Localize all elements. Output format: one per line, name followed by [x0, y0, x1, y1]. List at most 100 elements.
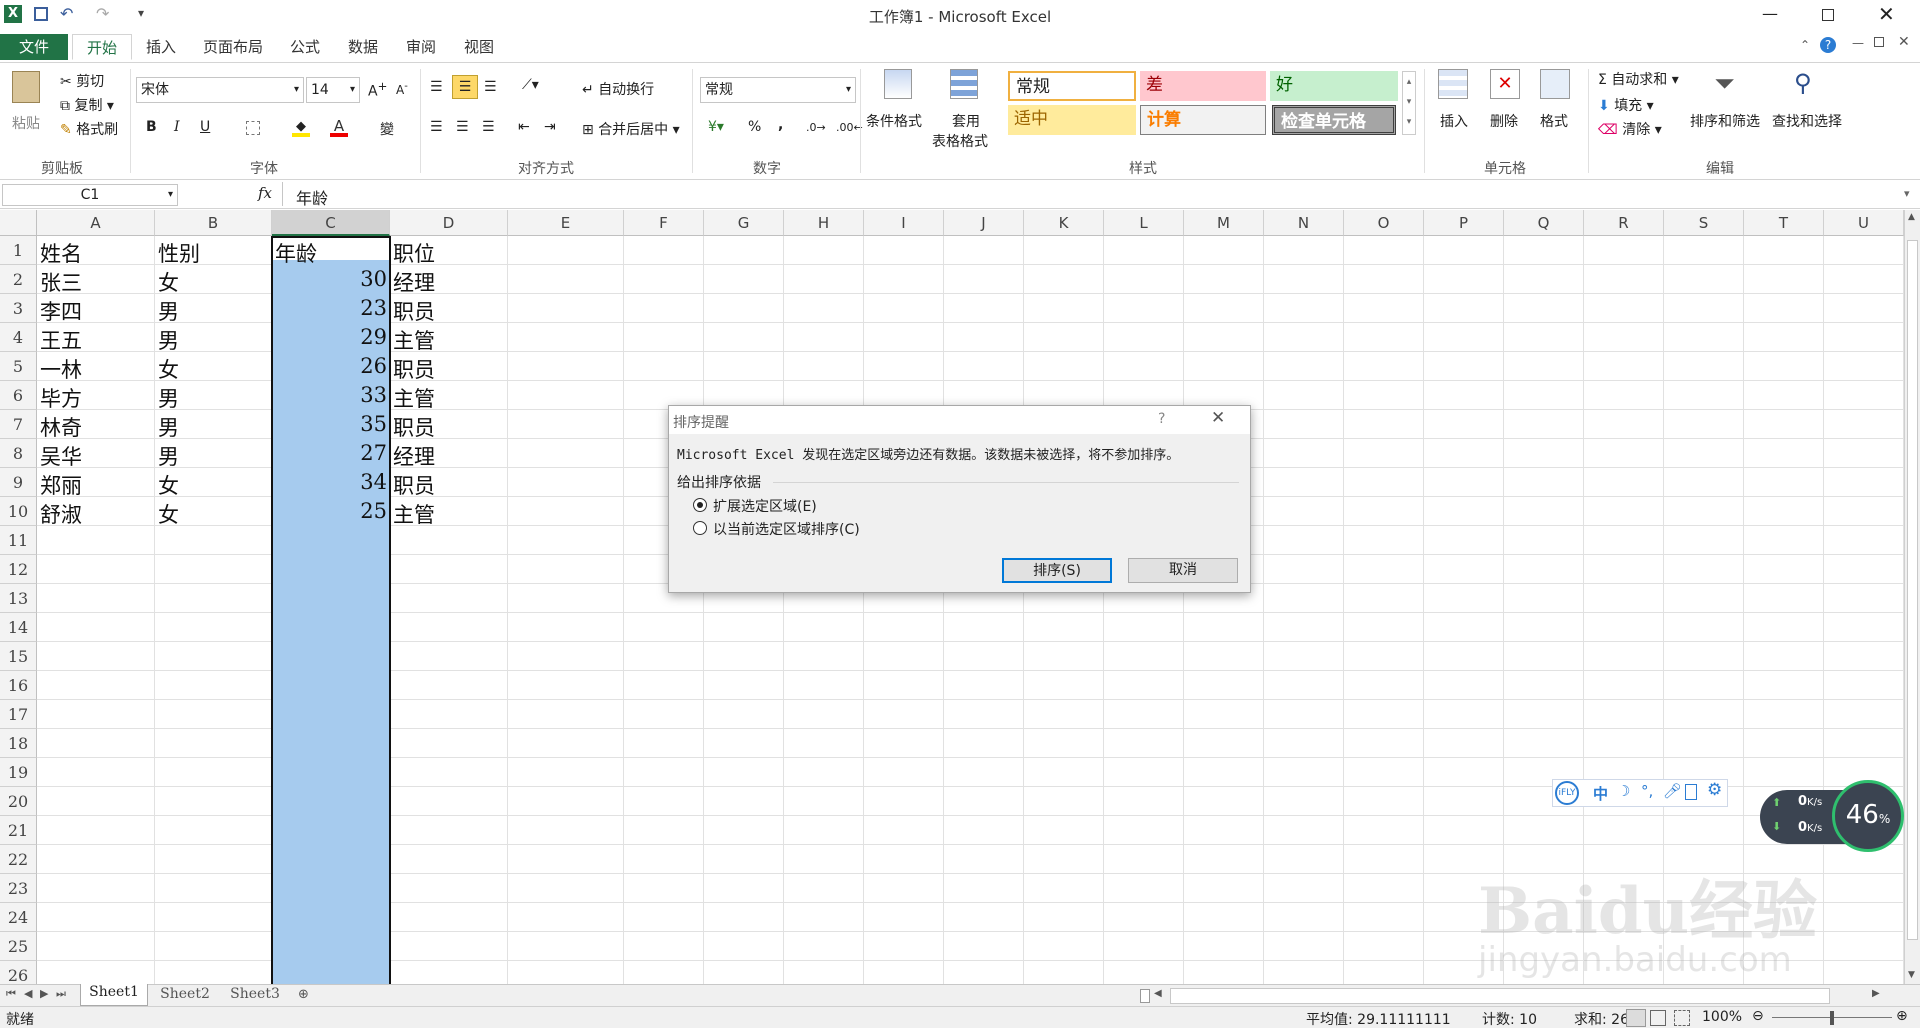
restore-icon[interactable] — [1822, 9, 1834, 21]
sheet-tab-2[interactable]: Sheet2 — [152, 986, 218, 1002]
clear-button[interactable]: ⌫ 清除 ▾ — [1598, 119, 1662, 139]
sort-button[interactable]: 排序(S) — [1002, 558, 1112, 583]
font-name-combo[interactable]: 宋体 ▾ — [136, 77, 304, 103]
scroll-right-icon[interactable]: ▶ — [1872, 988, 1880, 999]
row-header-6[interactable]: 6 — [0, 381, 37, 410]
cell-b6[interactable]: 男 — [158, 383, 269, 413]
row-header-19[interactable]: 19 — [0, 758, 37, 787]
row-header-1[interactable]: 1 — [0, 236, 37, 265]
name-box[interactable]: C1 ▾ — [2, 184, 178, 206]
column-header-c[interactable]: C — [272, 210, 390, 236]
cell-d8[interactable]: 经理 — [393, 441, 505, 471]
cell-a6[interactable]: 毕方 — [40, 383, 152, 413]
ribbon-minimize-icon[interactable]: — — [1852, 36, 1864, 50]
column-header-i[interactable]: I — [864, 210, 944, 236]
merge-center-button[interactable]: ⊞ 合并后居中 ▾ — [582, 119, 680, 139]
row-header-7[interactable]: 7 — [0, 410, 37, 439]
tab-formulas[interactable]: 公式 — [282, 34, 328, 60]
style-bad[interactable]: 差 — [1140, 71, 1266, 101]
column-header-g[interactable]: G — [704, 210, 784, 236]
cell-b2[interactable]: 女 — [158, 267, 269, 297]
cell-a3[interactable]: 李四 — [40, 296, 152, 326]
zoom-in-icon[interactable]: ⊕ — [1896, 1008, 1908, 1024]
style-calculation[interactable]: 计算 — [1140, 105, 1266, 135]
radio-expand-label[interactable]: 扩展选定区域(E) — [713, 496, 817, 516]
cell-c5[interactable]: 26 — [275, 354, 387, 378]
tab-view[interactable]: 视图 — [456, 34, 502, 60]
column-header-o[interactable]: O — [1344, 210, 1424, 236]
tab-file[interactable]: 文件 — [0, 34, 68, 60]
column-header-s[interactable]: S — [1664, 210, 1744, 236]
cell-c7[interactable]: 35 — [275, 412, 387, 436]
delete-cells-icon[interactable]: ✕ — [1490, 69, 1520, 99]
cell-d9[interactable]: 职员 — [393, 470, 505, 500]
radio-current-label[interactable]: 以当前选定区域排序(C) — [713, 519, 860, 539]
expand-formula-icon[interactable]: ▾ — [1904, 187, 1910, 200]
new-sheet-icon[interactable]: ⊕ — [298, 987, 309, 1002]
moon-icon[interactable]: ☽ — [1617, 782, 1630, 800]
horizontal-scrollbar[interactable] — [1170, 988, 1830, 1004]
column-header-k[interactable]: K — [1024, 210, 1104, 236]
radio-expand-selection[interactable] — [693, 498, 707, 512]
find-select-button[interactable]: 查找和选择 — [1772, 111, 1842, 131]
sheet-tab-1[interactable]: Sheet1 — [80, 984, 148, 1006]
scroll-left-icon[interactable]: ◀ — [1154, 988, 1162, 999]
cell-c3[interactable]: 23 — [275, 296, 387, 320]
align-middle-icon[interactable]: ☰ — [452, 75, 478, 99]
settings-gear-icon[interactable]: ⚙ — [1707, 780, 1722, 800]
close-icon[interactable]: ✕ — [1878, 2, 1895, 26]
microphone-icon[interactable]: 🎤︎ — [1663, 782, 1682, 800]
format-as-table-button[interactable]: 套用 — [952, 111, 980, 131]
column-header-r[interactable]: R — [1584, 210, 1664, 236]
borders-icon[interactable] — [246, 121, 260, 135]
minimize-icon[interactable]: — — [1762, 4, 1778, 23]
paste-icon[interactable] — [12, 71, 40, 103]
column-header-d[interactable]: D — [390, 210, 508, 236]
row-header-17[interactable]: 17 — [0, 700, 37, 729]
cell-c10[interactable]: 25 — [275, 499, 387, 523]
sheet-next-icon[interactable]: ▶ — [40, 987, 48, 1000]
shrink-font-icon[interactable]: A- — [396, 81, 408, 97]
sheet-tab-3[interactable]: Sheet3 — [222, 986, 288, 1002]
column-header-l[interactable]: L — [1104, 210, 1184, 236]
column-header-a[interactable]: A — [37, 210, 155, 236]
cell-d6[interactable]: 主管 — [393, 383, 505, 413]
row-header-24[interactable]: 24 — [0, 903, 37, 932]
cell-d3[interactable]: 职员 — [393, 296, 505, 326]
punctuation-icon[interactable]: °, — [1641, 782, 1653, 800]
row-header-11[interactable]: 11 — [0, 526, 37, 555]
tab-insert[interactable]: 插入 — [138, 34, 184, 60]
style-neutral[interactable]: 适中 — [1008, 105, 1136, 135]
sheet-first-icon[interactable]: ⏮ — [6, 987, 16, 1001]
row-header-15[interactable]: 15 — [0, 642, 37, 671]
fill-color-icon[interactable]: ◆ — [292, 119, 310, 137]
align-bottom-icon[interactable]: ☰ — [484, 79, 497, 95]
cell-a8[interactable]: 吴华 — [40, 441, 152, 471]
row-header-18[interactable]: 18 — [0, 729, 37, 758]
delete-cells-button[interactable]: 删除 — [1490, 111, 1518, 131]
style-check-cell[interactable]: 检查单元格 — [1272, 105, 1396, 135]
row-header-21[interactable]: 21 — [0, 816, 37, 845]
copy-button[interactable]: ⧉ 复制 ▾ — [60, 95, 114, 115]
insert-function-icon[interactable]: fx — [258, 184, 272, 202]
format-as-table-icon[interactable] — [950, 69, 978, 99]
tab-page-layout[interactable]: 页面布局 — [196, 34, 270, 60]
conditional-format-button[interactable]: 条件格式 — [866, 111, 922, 131]
sheet-last-icon[interactable]: ⏭ — [56, 987, 66, 1001]
column-header-e[interactable]: E — [508, 210, 624, 236]
tab-data[interactable]: 数据 — [340, 34, 386, 60]
cell-d7[interactable]: 职员 — [393, 412, 505, 442]
cell-d10[interactable]: 主管 — [393, 499, 505, 529]
increase-decimal-icon[interactable]: .0→ — [806, 121, 826, 134]
row-header-9[interactable]: 9 — [0, 468, 37, 497]
sort-filter-icon[interactable]: ⏷ — [1714, 69, 1735, 100]
binoculars-icon[interactable]: ⚲ — [1794, 69, 1812, 97]
align-left-icon[interactable]: ☰ — [430, 119, 443, 135]
cancel-button[interactable]: 取消 — [1128, 558, 1238, 583]
wrap-text-button[interactable]: ↵ 自动换行 — [582, 79, 654, 99]
memory-gauge[interactable]: 46% — [1832, 780, 1904, 852]
cell-c2[interactable]: 30 — [275, 267, 387, 291]
cell-a9[interactable]: 郑丽 — [40, 470, 152, 500]
select-all-corner[interactable] — [0, 210, 37, 236]
column-header-p[interactable]: P — [1424, 210, 1504, 236]
